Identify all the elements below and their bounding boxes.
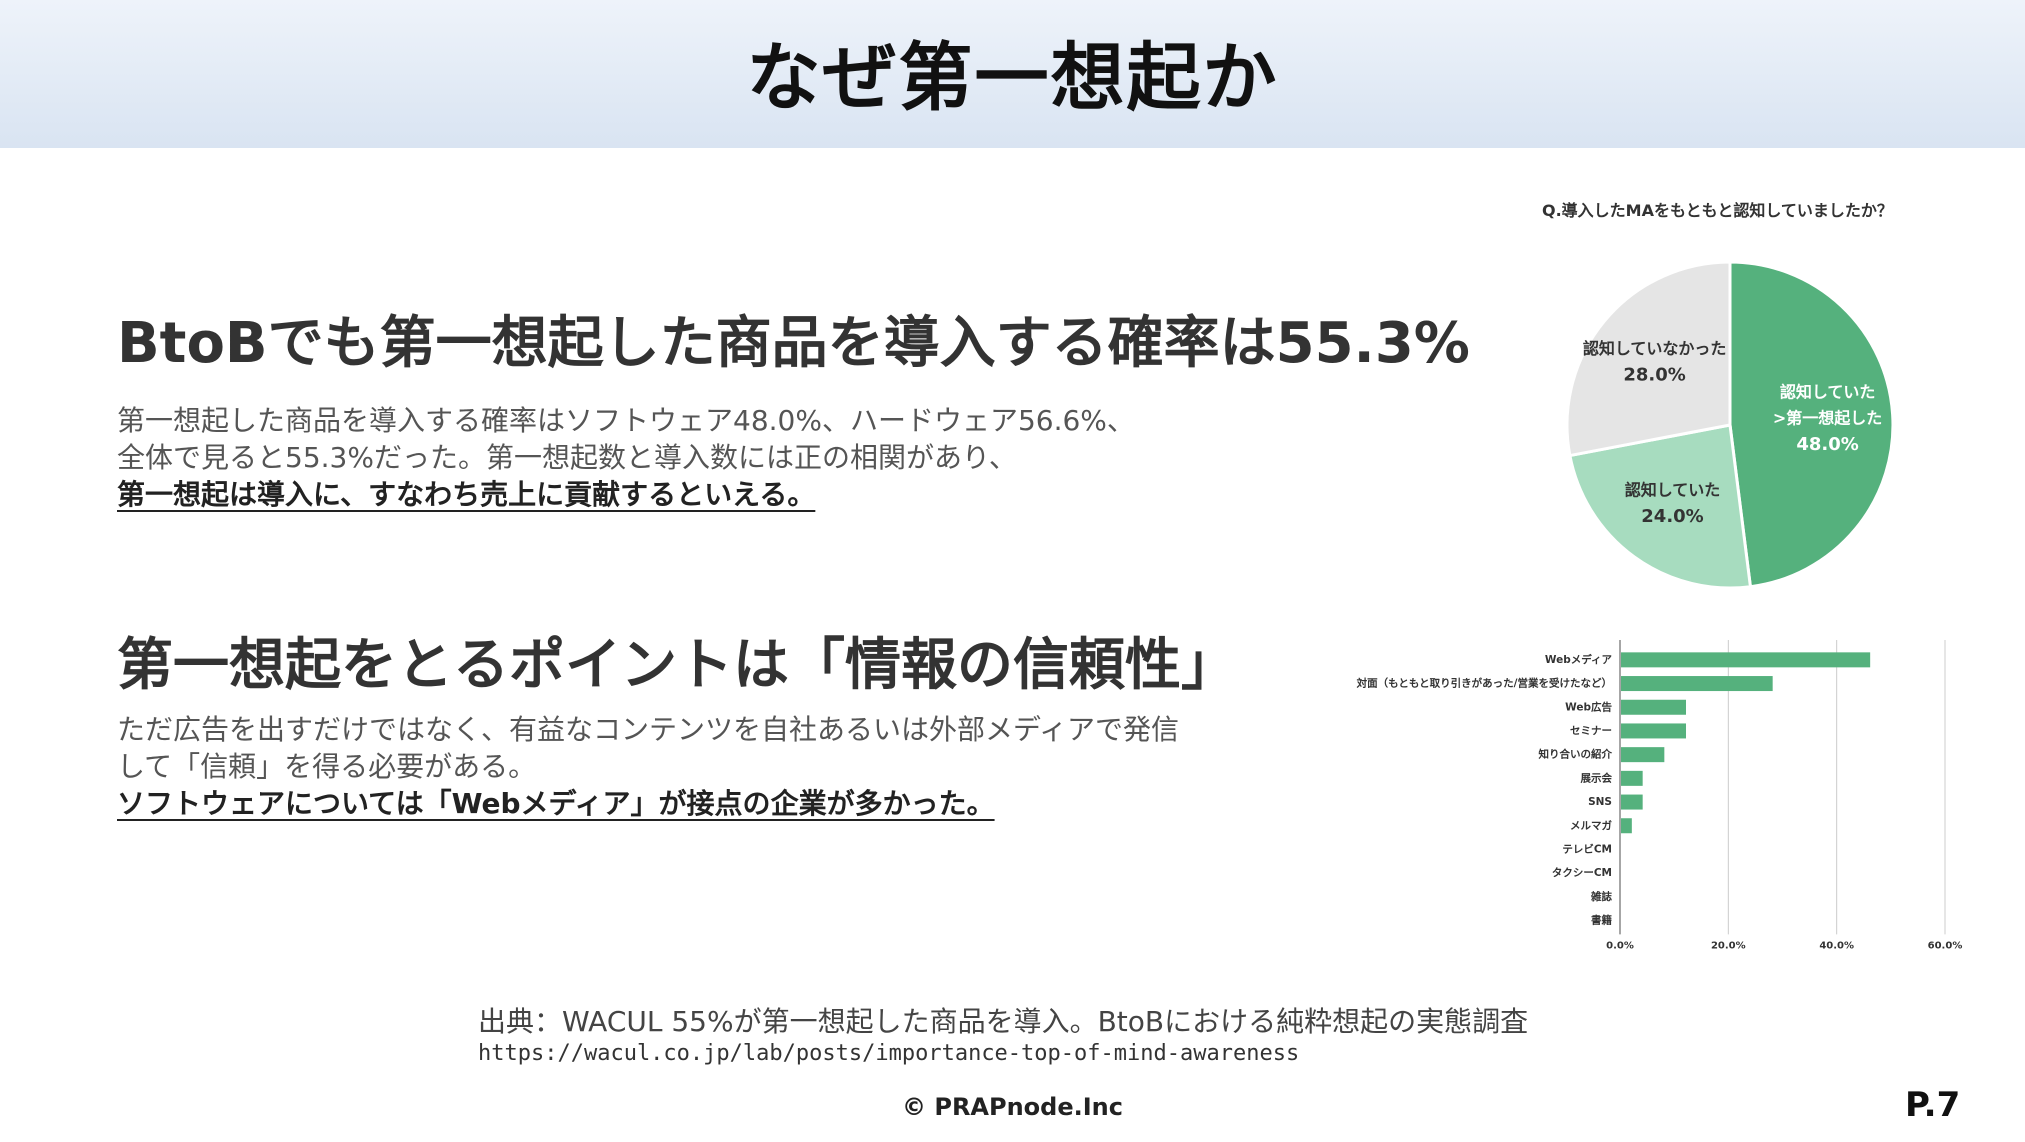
bar [1621, 818, 1632, 834]
category-label: Web広告 [1565, 700, 1612, 713]
section2-emphasis: ソフトウェアについては「Webメディア」が接点の企業が多かった。 [117, 787, 995, 820]
category-label: 知り合いの紹介 [1539, 748, 1613, 761]
source-citation: 出典：WACUL 55%が第一想起した商品を導入。BtoBにおける純粋想起の実態… [478, 1005, 1529, 1038]
section1-body: 第一想起した商品を導入する確率はソフトウェア48.0%、ハードウェア56.6%、… [117, 402, 1135, 513]
pie-slice-label: 認知していなかった [1583, 339, 1727, 358]
section2-body: ただ広告を出すだけではなく、有益なコンテンツを自社あるいは外部メディアで発信 し… [117, 711, 1179, 822]
pie-slice-label: 認知していた [1780, 382, 1876, 401]
section2-line-2: して「信頼」を得る必要がある。 [117, 750, 537, 783]
page-number: P.7 [1905, 1085, 1961, 1125]
bar [1621, 723, 1686, 739]
source-url[interactable]: https://wacul.co.jp/lab/posts/importance… [478, 1041, 1299, 1066]
category-label: 書籍 [1591, 914, 1613, 927]
pie-slice-label: >第一想起した [1773, 408, 1882, 427]
category-label: SNS [1588, 796, 1612, 808]
x-tick-label: 20.0% [1711, 940, 1746, 951]
pie-chart-title: Q.導入したMAをもともと認知していましたか？ [1542, 201, 1893, 220]
pie-slice-value: 48.0% [1796, 434, 1858, 455]
bar [1621, 794, 1643, 810]
section1-line-2: 全体で見ると55.3%だった。第一想起数と導入数には正の相関があり、 [117, 441, 1017, 474]
bar [1621, 770, 1643, 786]
category-label: 雑誌 [1590, 890, 1613, 903]
x-tick-label: 60.0% [1928, 940, 1963, 951]
section1-heading: BtoBでも第一想起した商品を導入する確率は55.3% [117, 311, 1470, 376]
pie-slice-value: 28.0% [1623, 365, 1685, 386]
bar [1621, 652, 1871, 668]
pie-slice-value: 24.0% [1641, 506, 1703, 527]
bar [1621, 699, 1686, 715]
section2-heading: 第一想起をとるポイントは「情報の信頼性」 [117, 633, 1237, 698]
category-label: メルマガ [1570, 819, 1612, 832]
category-label: テレビCM [1562, 842, 1612, 855]
copyright: © PRAPnode.Inc [902, 1093, 1123, 1121]
bar [1621, 747, 1665, 763]
bar [1621, 676, 1773, 692]
x-tick-label: 40.0% [1819, 940, 1854, 951]
x-tick-label: 0.0% [1606, 940, 1634, 951]
pie-chart: 認知していた >第一想起した 48.0% 認知していた 24.0% 認知していなかった 28… [1565, 260, 1895, 590]
section2-line-1: ただ広告を出すだけではなく、有益なコンテンツを自社あるいは外部メディアで発信 [117, 713, 1180, 746]
category-label: 展示会 [1581, 771, 1613, 784]
pie-slice-label: 認知していた [1625, 481, 1721, 500]
category-label: Webメディア [1545, 653, 1613, 666]
bar-chart: 0.0% 20.0% 40.0% 60.0% Webメディア対面（もともと取り引きがあっ… [1356, 640, 1963, 951]
section1-emphasis: 第一想起は導入に、すなわち売上に貢献するといえる。 [117, 478, 816, 511]
category-label: タクシーCM [1552, 867, 1612, 879]
slide-title: なぜ第一想起か [746, 35, 1279, 121]
pie-slice [1565, 260, 1732, 458]
category-label: 対面（もともと取り引きがあった/営業を受けたなど） [1356, 677, 1612, 690]
section1-line-1: 第一想起した商品を導入する確率はソフトウェア48.0%、ハードウェア56.6%、 [117, 404, 1135, 437]
category-label: セミナー [1570, 725, 1612, 737]
